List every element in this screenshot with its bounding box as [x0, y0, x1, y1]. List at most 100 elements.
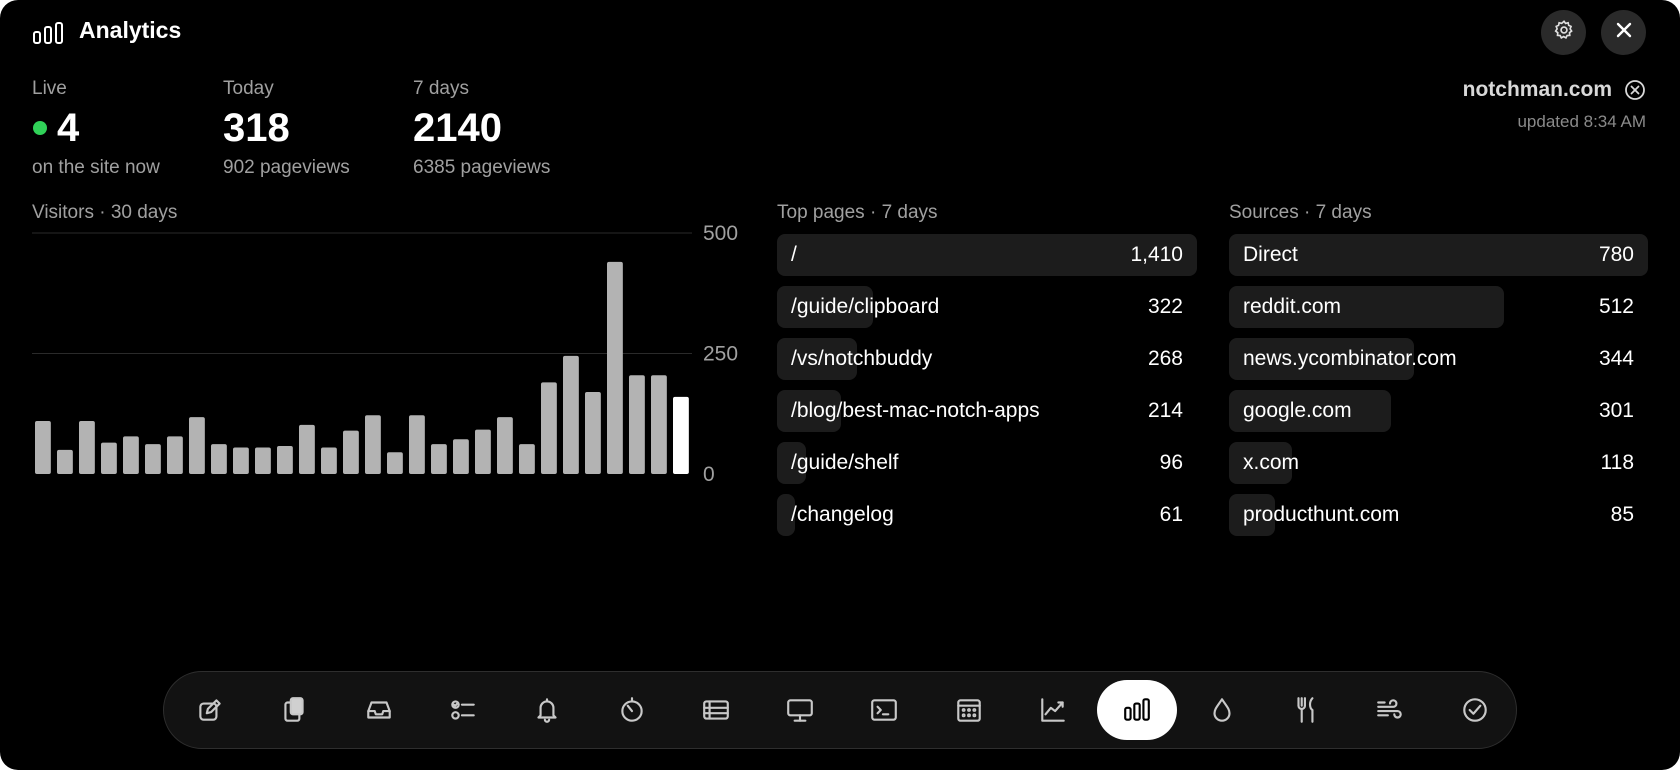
- source-row-value: 301: [1598, 399, 1634, 422]
- source-row-value: 85: [1610, 503, 1634, 526]
- chart-bar: [123, 436, 139, 474]
- top-page-row[interactable]: / 1,410: [777, 234, 1197, 276]
- chart-bar: [607, 261, 623, 474]
- chart-bar: [431, 444, 447, 474]
- dock-button-list[interactable]: [676, 680, 756, 740]
- chart-bar: [211, 444, 227, 474]
- checkmark-circle-icon: [1460, 695, 1490, 725]
- site-name: notchman.com: [1462, 78, 1612, 101]
- stocks-icon: [1038, 695, 1068, 725]
- dock-button-terminal[interactable]: [844, 680, 924, 740]
- top-page-row[interactable]: /vs/notchbuddy 268: [777, 338, 1197, 380]
- chart-bar: [79, 420, 95, 474]
- chart-bar: [255, 447, 271, 474]
- dock-button-display[interactable]: [760, 680, 840, 740]
- top-page-row-value: 322: [1147, 295, 1183, 318]
- updated-timestamp: updated 8:34 AM: [1517, 112, 1646, 131]
- dock-button-compose[interactable]: [170, 680, 250, 740]
- top-page-row[interactable]: /changelog 61: [777, 494, 1197, 536]
- dock-button-water-drop[interactable]: [1182, 680, 1262, 740]
- list-icon: [701, 695, 731, 725]
- y-tick-label: 0: [703, 463, 715, 486]
- sources-title: Sources · 7 days: [1229, 202, 1372, 223]
- dock-button-tray[interactable]: [339, 680, 419, 740]
- clear-circle-icon[interactable]: [1624, 79, 1646, 101]
- top-pages-title: Top pages · 7 days: [777, 202, 938, 223]
- source-row-label: reddit.com: [1243, 295, 1342, 318]
- source-row-value: 512: [1598, 295, 1634, 318]
- source-row[interactable]: producthunt.com 85: [1229, 494, 1648, 536]
- calendar-icon: [954, 695, 984, 725]
- analytics-icon: [1122, 695, 1152, 725]
- source-row-label: x.com: [1243, 451, 1300, 474]
- chart-bar: [35, 420, 51, 474]
- timer-icon: [617, 695, 647, 725]
- top-page-row-label: /: [791, 243, 797, 266]
- top-page-row-value: 1,410: [1130, 243, 1183, 266]
- dock-button-analytics[interactable]: [1097, 680, 1178, 740]
- compose-icon: [195, 695, 225, 725]
- dock-button-fork-knife[interactable]: [1266, 680, 1346, 740]
- top-page-row-value: 96: [1159, 451, 1183, 474]
- y-tick-label: 250: [703, 343, 738, 366]
- top-page-row-label: /vs/notchbuddy: [791, 347, 933, 370]
- top-page-row[interactable]: /blog/best-mac-notch-apps 214: [777, 390, 1197, 432]
- source-row-value: 344: [1598, 347, 1634, 370]
- dock-button-calendar[interactable]: [929, 680, 1009, 740]
- dock-button-checklist[interactable]: [423, 680, 503, 740]
- chart-bar: [145, 444, 161, 474]
- dock-button-clipboard[interactable]: [254, 680, 334, 740]
- chart-bar: [321, 447, 337, 474]
- top-page-row-value: 214: [1147, 399, 1183, 422]
- chart-bar: [453, 439, 469, 474]
- water-drop-icon: [1207, 695, 1237, 725]
- fork-knife-icon: [1291, 695, 1321, 725]
- dock-button-stocks[interactable]: [1013, 680, 1093, 740]
- chart-bar: [585, 392, 601, 474]
- close-button[interactable]: [1601, 10, 1646, 55]
- visitors-chart: 500 250 0: [32, 222, 738, 486]
- chart-bar: [563, 355, 579, 474]
- source-row-label: Direct: [1243, 243, 1298, 266]
- settings-button[interactable]: [1541, 10, 1586, 55]
- dock-button-bell[interactable]: [507, 680, 587, 740]
- top-page-row[interactable]: /guide/shelf 96: [777, 442, 1197, 484]
- dock-button-timer[interactable]: [592, 680, 672, 740]
- source-row[interactable]: reddit.com 512: [1229, 286, 1648, 328]
- terminal-icon: [869, 695, 899, 725]
- top-page-row-label: /changelog: [791, 503, 894, 526]
- chart-bar: [365, 415, 381, 474]
- chart-bar: [57, 449, 73, 474]
- chart-bar: [519, 444, 535, 474]
- sources-list: Direct 780 reddit.com 512 news.ycombinator.c…: [1229, 234, 1648, 554]
- chart-bar: [409, 415, 425, 474]
- app-dock: [163, 671, 1517, 749]
- source-row-label: news.ycombinator.com: [1243, 347, 1457, 370]
- chart-bar: [475, 429, 491, 474]
- source-row[interactable]: news.ycombinator.com 344: [1229, 338, 1648, 380]
- top-page-row-value: 268: [1147, 347, 1183, 370]
- top-page-row-label: /blog/best-mac-notch-apps: [791, 399, 1040, 422]
- chart-bar: [277, 446, 293, 474]
- source-row-value: 118: [1600, 451, 1634, 474]
- chart-bar: [541, 382, 557, 474]
- chart-bar: [233, 447, 249, 474]
- chart-bar: [387, 452, 403, 474]
- source-row-label: producthunt.com: [1243, 503, 1400, 526]
- source-row[interactable]: google.com 301: [1229, 390, 1648, 432]
- chart-bar: [343, 430, 359, 474]
- bell-icon: [532, 695, 562, 725]
- top-page-row[interactable]: /guide/clipboard 322: [777, 286, 1197, 328]
- chart-bar: [497, 417, 513, 474]
- source-row-label: google.com: [1243, 399, 1352, 422]
- y-tick-label: 500: [703, 222, 738, 245]
- top-page-row-label: /guide/clipboard: [791, 295, 940, 318]
- chart-bar: [167, 436, 183, 474]
- chart-bar: [651, 375, 667, 474]
- dock-button-wind[interactable]: [1350, 680, 1430, 740]
- source-row[interactable]: Direct 780: [1229, 234, 1648, 276]
- source-row[interactable]: x.com 118: [1229, 442, 1648, 484]
- site-selector[interactable]: notchman.com: [1463, 78, 1646, 102]
- gear-icon: [1553, 19, 1575, 46]
- dock-button-checkmark-circle[interactable]: [1435, 680, 1515, 740]
